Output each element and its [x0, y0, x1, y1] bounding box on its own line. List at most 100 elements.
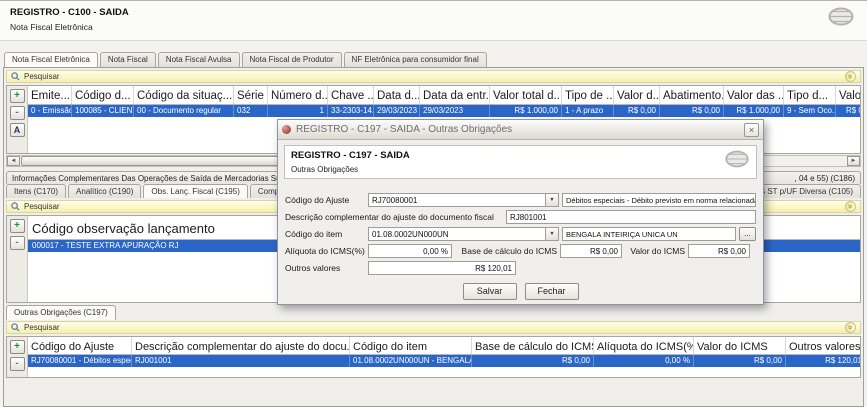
grid-cell: 29/03/2023 — [420, 105, 490, 117]
form-row: Código do Ajuste RJ70080001 ▼ Débitos es… — [285, 193, 756, 207]
tab-outras-obrigacoes-c197[interactable]: Outras Obrigações (C197) — [6, 305, 116, 320]
grid-cell: R$ 0,00 — [660, 105, 724, 117]
add-record-button[interactable]: + — [10, 219, 25, 233]
column-header[interactable]: Código do Ajuste — [28, 337, 132, 354]
font-a-button[interactable]: A — [10, 123, 25, 137]
c197-tabbar: Outras Obrigações (C197) — [6, 305, 861, 320]
form-row: Descrição complementar do ajuste do docu… — [285, 210, 756, 224]
column-header[interactable]: Base de cálculo do ICMS — [472, 337, 594, 354]
dialog-icon — [282, 125, 291, 134]
tab-nota-fiscal-eletronica[interactable]: Nota Fiscal Eletrônica — [4, 52, 98, 67]
column-header[interactable]: Código d... — [72, 86, 134, 104]
page-title: REGISTRO - C100 - SAIDA — [10, 7, 129, 18]
codigo-ajuste-value[interactable]: RJ70080001 — [368, 193, 546, 207]
add-record-button[interactable]: + — [10, 340, 25, 354]
column-header[interactable]: Série — [234, 86, 268, 104]
column-header[interactable]: Tipo de ... — [562, 86, 614, 104]
add-record-button[interactable]: + — [10, 89, 25, 103]
scroll-left-button[interactable]: ◄ — [7, 156, 20, 166]
c197-grid-body: Código do Ajuste Descrição complementar … — [28, 337, 860, 377]
search-icon — [11, 202, 20, 211]
remove-record-button[interactable]: - — [10, 236, 25, 250]
document-type-tabbar: Nota Fiscal Eletrônica Nota Fiscal Nota … — [4, 52, 867, 67]
column-header[interactable]: Tipo d... — [784, 86, 836, 104]
column-header[interactable]: Chave ... — [328, 86, 374, 104]
company-logo-icon — [724, 150, 750, 168]
grid-cell: R$ 1.000,00 — [724, 105, 784, 117]
dialog-header-titles: REGISTRO - C197 - SAIDA Outras Obrigaçõe… — [291, 150, 410, 174]
chevron-down-icon[interactable]: ▼ — [546, 193, 559, 207]
browse-button[interactable]: ... — [739, 227, 756, 241]
aliquota-icms-label: Alíquota do ICMS(%) — [285, 246, 365, 256]
collapse-panel-button[interactable]: » — [845, 322, 856, 333]
codigo-item-desc-field: BENGALA INTEIRIÇA UNICA UN — [562, 227, 736, 241]
valor-icms-field[interactable]: R$ 0,00 — [688, 244, 750, 258]
collapse-panel-button[interactable]: » — [845, 201, 856, 212]
column-header[interactable]: Valor ... — [836, 86, 860, 104]
column-header[interactable]: Emite... — [28, 86, 72, 104]
column-header[interactable]: Abatimento... — [660, 86, 724, 104]
column-header[interactable]: Data da entr... — [420, 86, 490, 104]
tab-analitico-c190[interactable]: Analítico (C190) — [68, 184, 141, 198]
observacao-grid-toolbar: + - — [7, 216, 28, 302]
grid-cell: RJ70080001 - Débitos especiais - D... — [28, 355, 132, 367]
column-header[interactable]: Valor do ICMS — [694, 337, 786, 354]
grid-cell: RJ001001 — [132, 355, 350, 367]
aliquota-icms-field[interactable]: 0,00 % — [368, 244, 452, 258]
codigo-item-value[interactable]: 01.08.0002UN000UN — [368, 227, 546, 241]
dialog-button-row: Salvar Fechar — [285, 283, 756, 300]
grid-cell: 032 — [234, 105, 268, 117]
remove-record-button[interactable]: - — [10, 106, 25, 120]
codigo-ajuste-select[interactable]: RJ70080001 ▼ — [368, 193, 559, 207]
close-icon[interactable]: × — [744, 123, 759, 137]
dialog-titlebar[interactable]: REGISTRO - C197 - SAIDA - Outras Obrigaç… — [278, 120, 763, 140]
codigo-item-select[interactable]: 01.08.0002UN000UN ▼ — [368, 227, 559, 241]
descricao-complementar-field[interactable]: RJ801001 — [506, 210, 756, 224]
table-row-selected[interactable]: RJ70080001 - Débitos especiais - D... RJ… — [28, 355, 860, 367]
column-header[interactable]: Valor das ... — [724, 86, 784, 104]
tab-nota-fiscal-de-produtor[interactable]: Nota Fiscal de Produtor — [242, 52, 342, 67]
dialog-header: REGISTRO - C197 - SAIDA Outras Obrigaçõe… — [284, 145, 757, 179]
column-header[interactable]: Código da situaç... — [134, 86, 234, 104]
app-header-titles: REGISTRO - C100 - SAIDA Nota Fiscal Elet… — [10, 7, 129, 40]
tab-obs-lanc-fiscal-c195[interactable]: Obs. Lanç. Fiscal (C195) — [143, 184, 247, 198]
column-header[interactable]: Alíquota do ICMS(%) — [594, 337, 694, 354]
collapse-panel-button[interactable]: » — [845, 71, 856, 82]
grid-empty-area — [28, 367, 860, 375]
base-calculo-icms-label: Base de cálculo do ICMS — [455, 246, 557, 256]
table-row-selected[interactable]: 0 - Emissão... 100085 - CLIENTE ... 00 -… — [28, 105, 860, 117]
dialog-form: Código do Ajuste RJ70080001 ▼ Débitos es… — [285, 193, 756, 300]
grid-cell: R$ 120,01 — [786, 355, 860, 367]
column-header[interactable]: Valor d... — [614, 86, 660, 104]
descricao-complementar-label: Descrição complementar do ajuste do docu… — [285, 212, 503, 222]
grid-cell: R$ 1.000,00 — [490, 105, 562, 117]
grid-cell: 1 — [268, 105, 328, 117]
tab-nota-fiscal-avulsa[interactable]: Nota Fiscal Avulsa — [158, 52, 240, 67]
search-panel-label: Pesquisar — [24, 72, 841, 81]
grid-cell: 29/03/2023 — [374, 105, 420, 117]
salvar-button[interactable]: Salvar — [463, 283, 517, 300]
tab-nota-fiscal[interactable]: Nota Fiscal — [100, 52, 156, 67]
column-header[interactable]: Código do item — [350, 337, 472, 354]
form-row: Outros valores R$ 120,01 — [285, 261, 756, 275]
column-header[interactable]: Descrição complementar do ajuste do docu… — [132, 337, 350, 354]
fechar-button[interactable]: Fechar — [525, 283, 579, 300]
outros-valores-field[interactable]: R$ 120,01 — [368, 261, 516, 275]
codigo-ajuste-label: Código do Ajuste — [285, 195, 365, 205]
remove-record-button[interactable]: - — [10, 357, 25, 371]
column-header[interactable]: Outros valores — [786, 337, 860, 354]
column-header[interactable]: Número d... — [268, 86, 328, 104]
search-icon — [11, 72, 20, 81]
info-tab-label-right: , 04 e 55) (C186) — [795, 174, 855, 183]
c197-grid: + - Código do Ajuste Descrição complemen… — [6, 336, 861, 378]
tab-itens-c170[interactable]: Itens (C170) — [6, 184, 66, 198]
column-header[interactable]: Valor total d... — [490, 86, 562, 104]
tab-nfe-consumidor-final[interactable]: NF Eletrônica para consumidor final — [344, 52, 487, 67]
column-header[interactable]: Data d... — [374, 86, 420, 104]
valor-icms-label: Valor do ICMS — [625, 246, 685, 256]
search-panel-documents: Pesquisar » — [6, 70, 861, 83]
form-row: Alíquota do ICMS(%) 0,00 % Base de cálcu… — [285, 244, 756, 258]
chevron-down-icon[interactable]: ▼ — [546, 227, 559, 241]
scroll-right-button[interactable]: ► — [847, 156, 860, 166]
base-calculo-icms-field[interactable]: R$ 0,00 — [560, 244, 622, 258]
